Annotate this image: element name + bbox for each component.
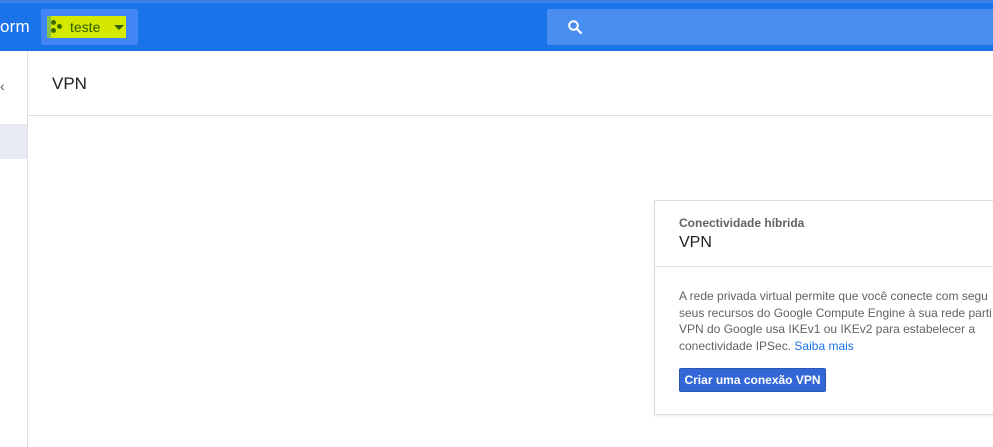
search-icon[interactable] xyxy=(567,19,583,35)
left-nav: ‹ xyxy=(0,51,28,447)
learn-more-link[interactable]: Saiba mais xyxy=(794,339,853,353)
search-bar[interactable] xyxy=(547,9,993,45)
card-subtitle: Conectividade híbrida xyxy=(679,216,805,230)
description-line: A rede privada virtual permite que você … xyxy=(679,289,988,303)
description-line: conectividade IPSec. xyxy=(679,338,792,353)
card-description: A rede privada virtual permite que você … xyxy=(679,288,993,354)
create-vpn-button[interactable]: Criar uma conexão VPN xyxy=(679,368,826,392)
brand-name[interactable]: orm xyxy=(0,17,30,37)
card-divider xyxy=(655,266,993,267)
project-dots-icon xyxy=(51,20,65,34)
page-title: VPN xyxy=(52,74,87,93)
description-line: VPN do Google usa IKEv1 ou IKEv2 para es… xyxy=(679,322,976,336)
description-line: seus recursos do Google Compute Engine à… xyxy=(679,305,992,320)
top-bar: orm teste xyxy=(0,0,993,51)
page-header: VPN xyxy=(28,51,993,116)
nav-item-selected[interactable] xyxy=(0,124,27,159)
chevron-left-icon[interactable]: ‹ xyxy=(0,78,5,94)
caret-down-icon xyxy=(114,25,124,30)
project-selector[interactable]: teste xyxy=(41,9,138,45)
card-title: VPN xyxy=(679,234,712,251)
top-strip xyxy=(0,0,993,3)
project-name: teste xyxy=(70,19,101,35)
hybrid-connectivity-card: Conectividade híbrida VPN A rede privada… xyxy=(654,200,993,415)
description-line-last: conectividade IPSec. Saiba mais xyxy=(679,338,993,355)
